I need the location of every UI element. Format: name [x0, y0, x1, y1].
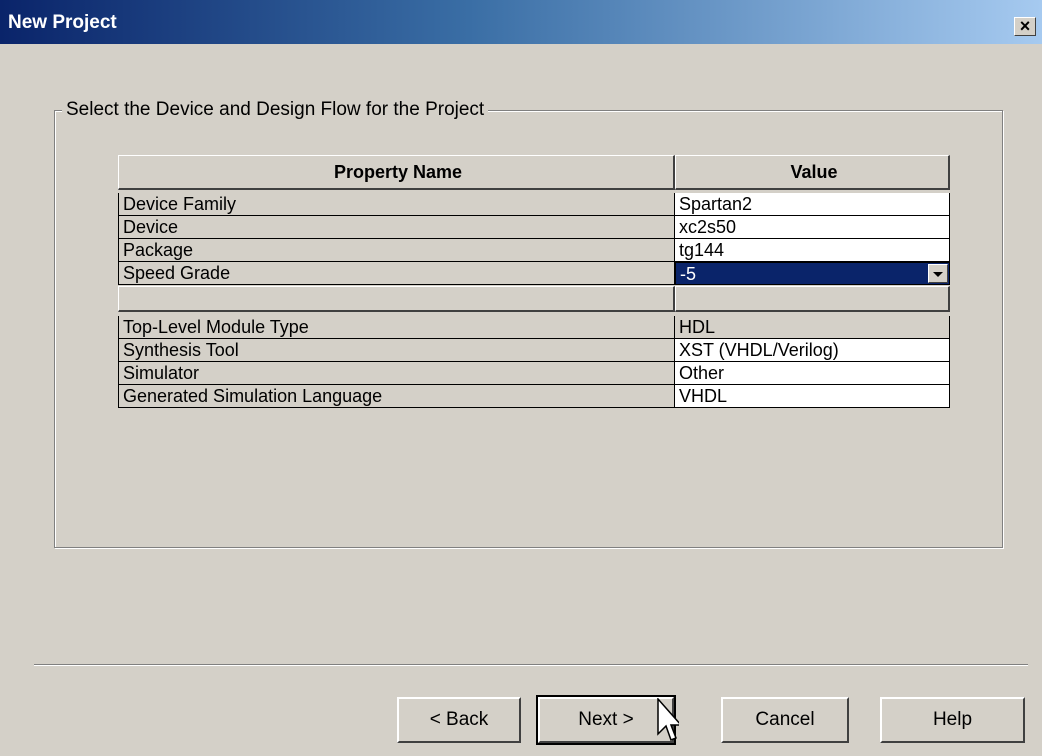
row-value-package[interactable]: tg144: [675, 239, 950, 262]
mouse-cursor-icon: [657, 698, 679, 741]
row-name-synthesis-tool: Synthesis Tool: [118, 339, 675, 362]
row-name-device: Device: [118, 216, 675, 239]
next-button[interactable]: Next >: [536, 695, 676, 745]
header-value[interactable]: Value: [675, 155, 950, 190]
row-name-sim-language: Generated Simulation Language: [118, 385, 675, 408]
title-bar: New Project ×: [0, 0, 1042, 44]
row-value-top-level-module[interactable]: HDL: [675, 316, 950, 339]
button-separator: [34, 664, 1028, 666]
row-name-simulator: Simulator: [118, 362, 675, 385]
row-value-simulator[interactable]: Other: [675, 362, 950, 385]
close-button[interactable]: ×: [1014, 17, 1036, 36]
row-value-device-family[interactable]: Spartan2: [675, 193, 950, 216]
window-title: New Project: [8, 12, 117, 33]
row-name-speed-grade: Speed Grade: [118, 262, 675, 285]
groupbox-label: Select the Device and Design Flow for th…: [62, 99, 489, 121]
close-icon: ×: [1019, 16, 1031, 36]
chevron-down-icon[interactable]: [928, 264, 948, 283]
row-name-package: Package: [118, 239, 675, 262]
help-button[interactable]: Help: [880, 697, 1025, 743]
separator-cell-value: [675, 286, 950, 312]
row-value-synthesis-tool[interactable]: XST (VHDL/Verilog): [675, 339, 950, 362]
speed-grade-select[interactable]: -5: [675, 262, 950, 285]
back-button[interactable]: < Back: [397, 697, 521, 743]
cancel-button[interactable]: Cancel: [721, 697, 849, 743]
speed-grade-value: -5: [680, 264, 697, 284]
separator-cell-name: [118, 286, 675, 312]
row-name-device-family: Device Family: [118, 193, 675, 216]
row-value-sim-language[interactable]: VHDL: [675, 385, 950, 408]
header-property-name[interactable]: Property Name: [118, 155, 675, 190]
row-value-device[interactable]: xc2s50: [675, 216, 950, 239]
row-name-top-level-module: Top-Level Module Type: [118, 316, 675, 339]
